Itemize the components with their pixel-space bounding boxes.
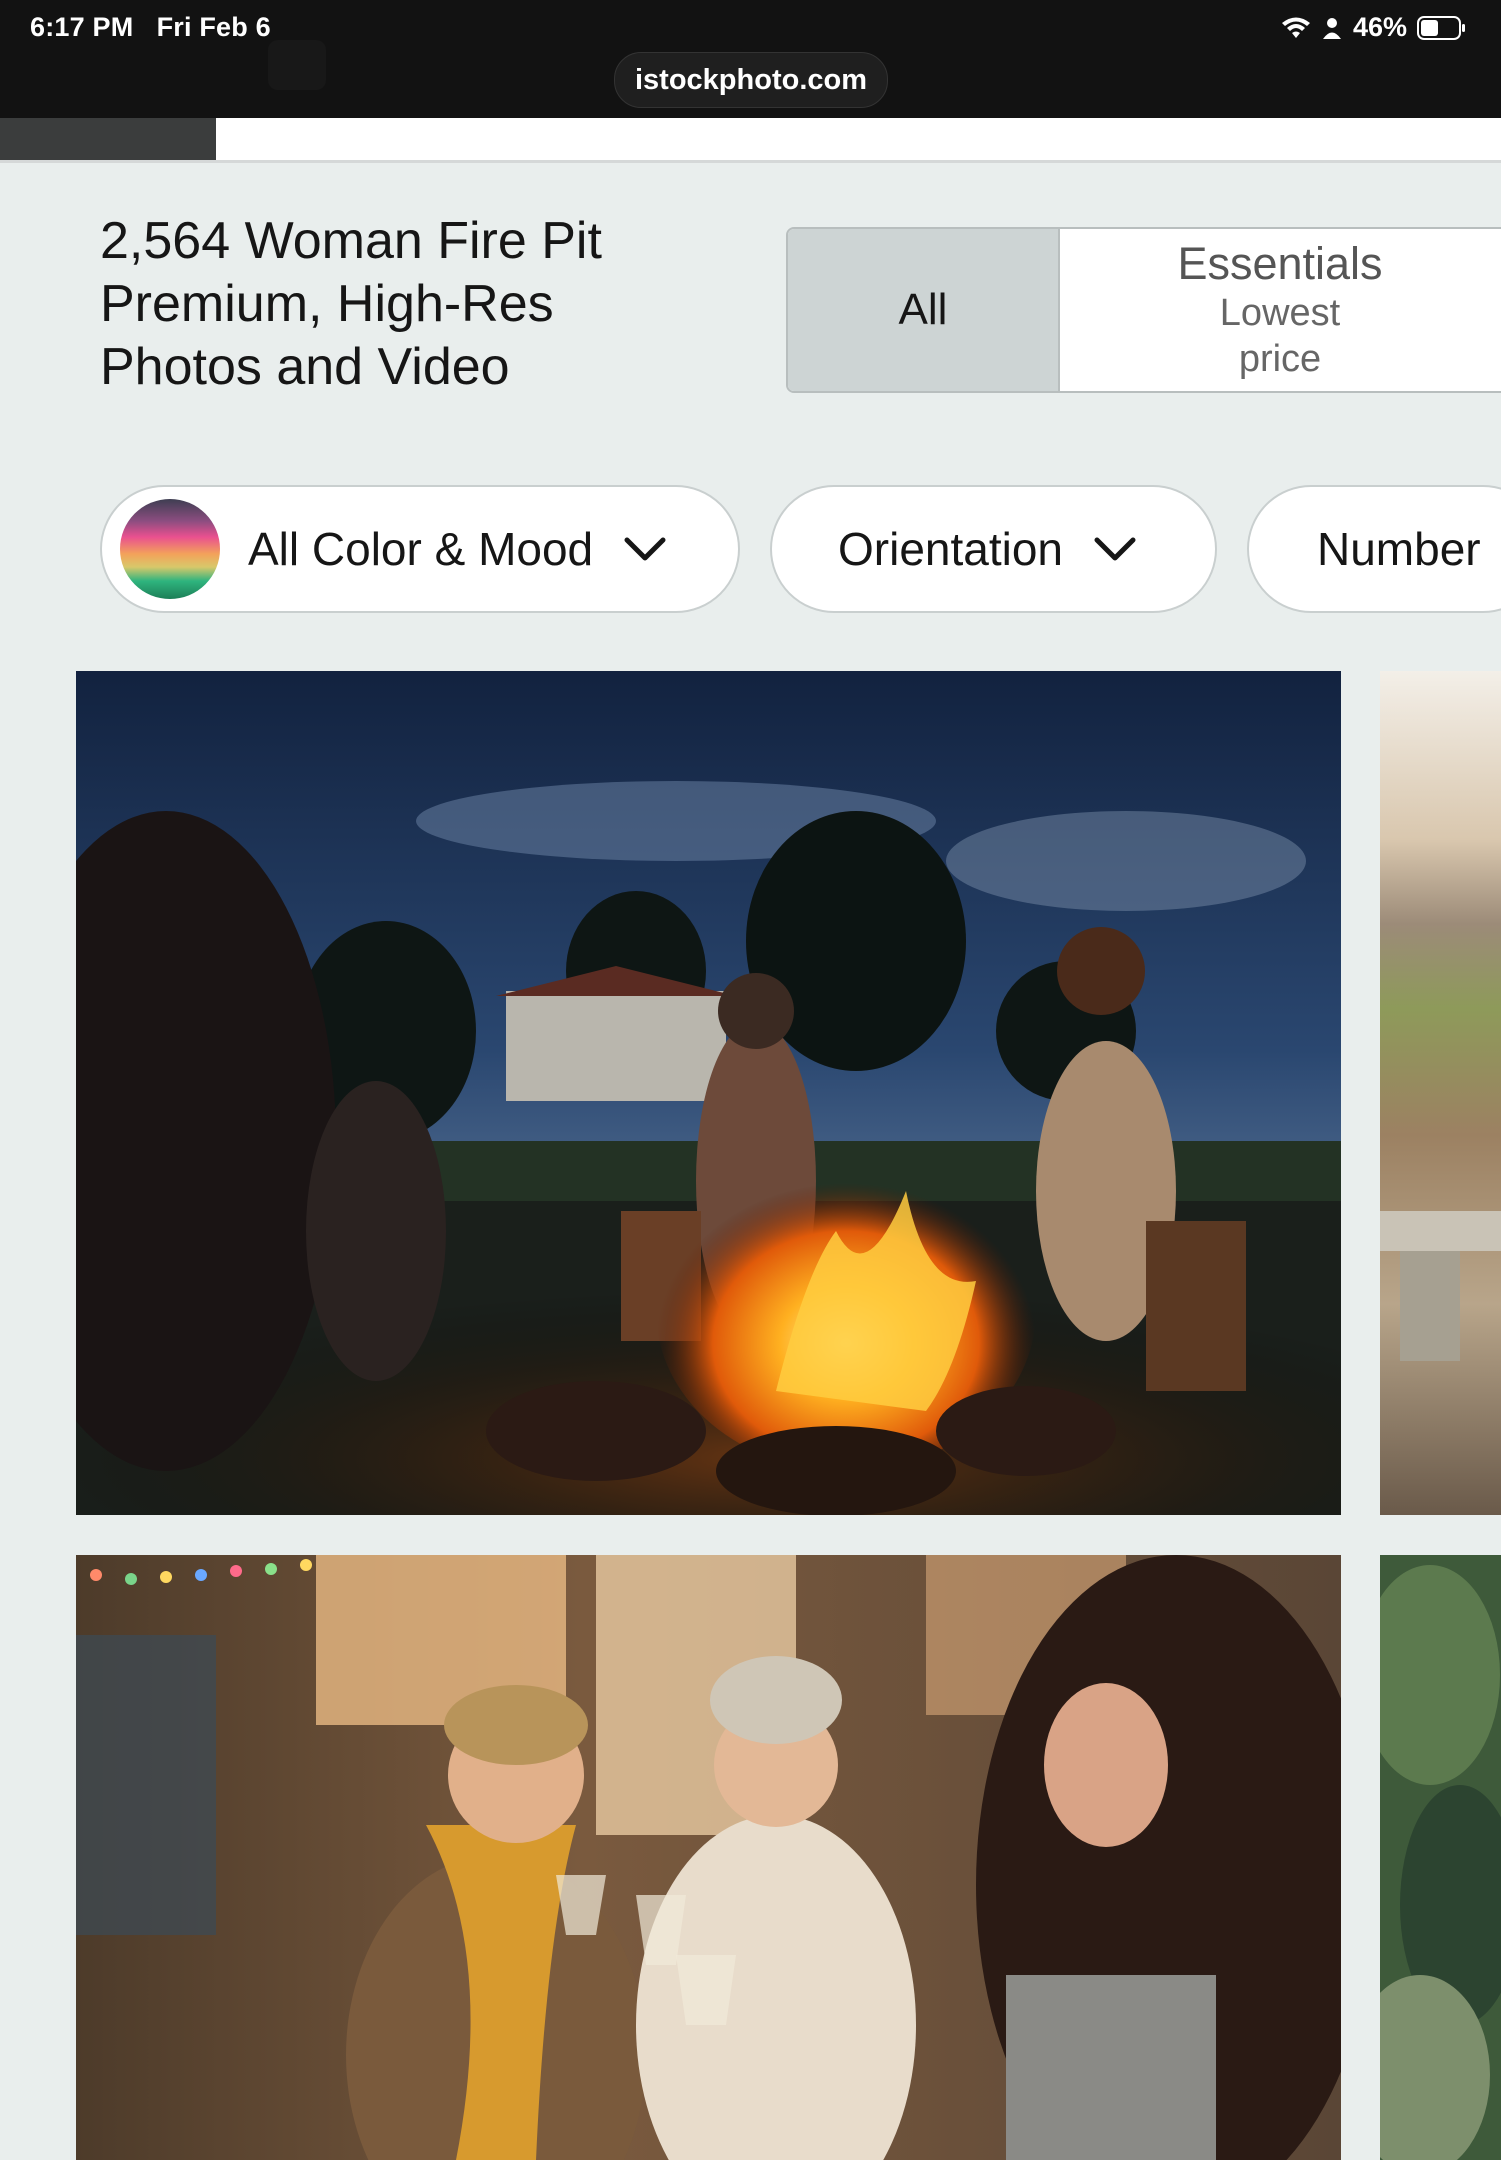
photo-result-toasting[interactable] [76, 1555, 1341, 2160]
photo-result-greenery[interactable] [1380, 1555, 1501, 2160]
ghost-tab-icon [268, 40, 326, 90]
color-mood-label: All Color & Mood [248, 523, 594, 575]
orientation-label: Orientation [838, 523, 1064, 575]
status-indicators: 46% [1281, 12, 1467, 43]
battery-icon [1417, 15, 1465, 40]
battery-percent: 46% [1352, 12, 1407, 42]
landscape-image [1380, 671, 1501, 1515]
toggle-essentials-label: Essentials [1177, 238, 1383, 289]
color-swatch-icon [120, 499, 220, 599]
status-date-text: Fri Feb 6 [156, 12, 271, 42]
chevron-down-icon [624, 537, 666, 561]
orientation-filter[interactable]: Orientation [770, 485, 1217, 613]
status-time: 6:17 PM Fri Feb 6 [30, 12, 271, 43]
toggle-essentials-sub: Lowest price [1219, 292, 1341, 380]
toggle-essentials-button[interactable]: Essentials Lowest price [1060, 229, 1500, 391]
browser-strip-tab [0, 118, 216, 160]
chevron-down-icon [1094, 537, 1136, 561]
wifi-icon [1281, 17, 1310, 38]
status-bar: 6:17 PM Fri Feb 6 46% istockphoto.com [0, 0, 1501, 118]
photo-result-landscape[interactable] [1380, 671, 1501, 1515]
number-label: Number [1317, 523, 1481, 575]
url-bar[interactable]: istockphoto.com [614, 52, 888, 108]
url-text: istockphoto.com [634, 63, 867, 96]
browser-strip [0, 118, 1501, 163]
campfire-image [76, 671, 1341, 1515]
number-filter[interactable]: Number [1247, 485, 1501, 613]
status-time-text: 6:17 PM [30, 12, 134, 42]
photo-result-campfire[interactable] [76, 671, 1341, 1515]
license-toggle: All Essentials Lowest price [786, 227, 1501, 393]
toasting-image [76, 1555, 1341, 2160]
toggle-all-button[interactable]: All [788, 229, 1060, 391]
color-mood-filter[interactable]: All Color & Mood [100, 485, 740, 613]
page-title: 2,564 Woman Fire Pit Premium, High-Res P… [100, 212, 602, 396]
greenery-image [1380, 1555, 1501, 2160]
person-icon [1322, 17, 1341, 39]
toggle-all-label: All [898, 285, 948, 334]
